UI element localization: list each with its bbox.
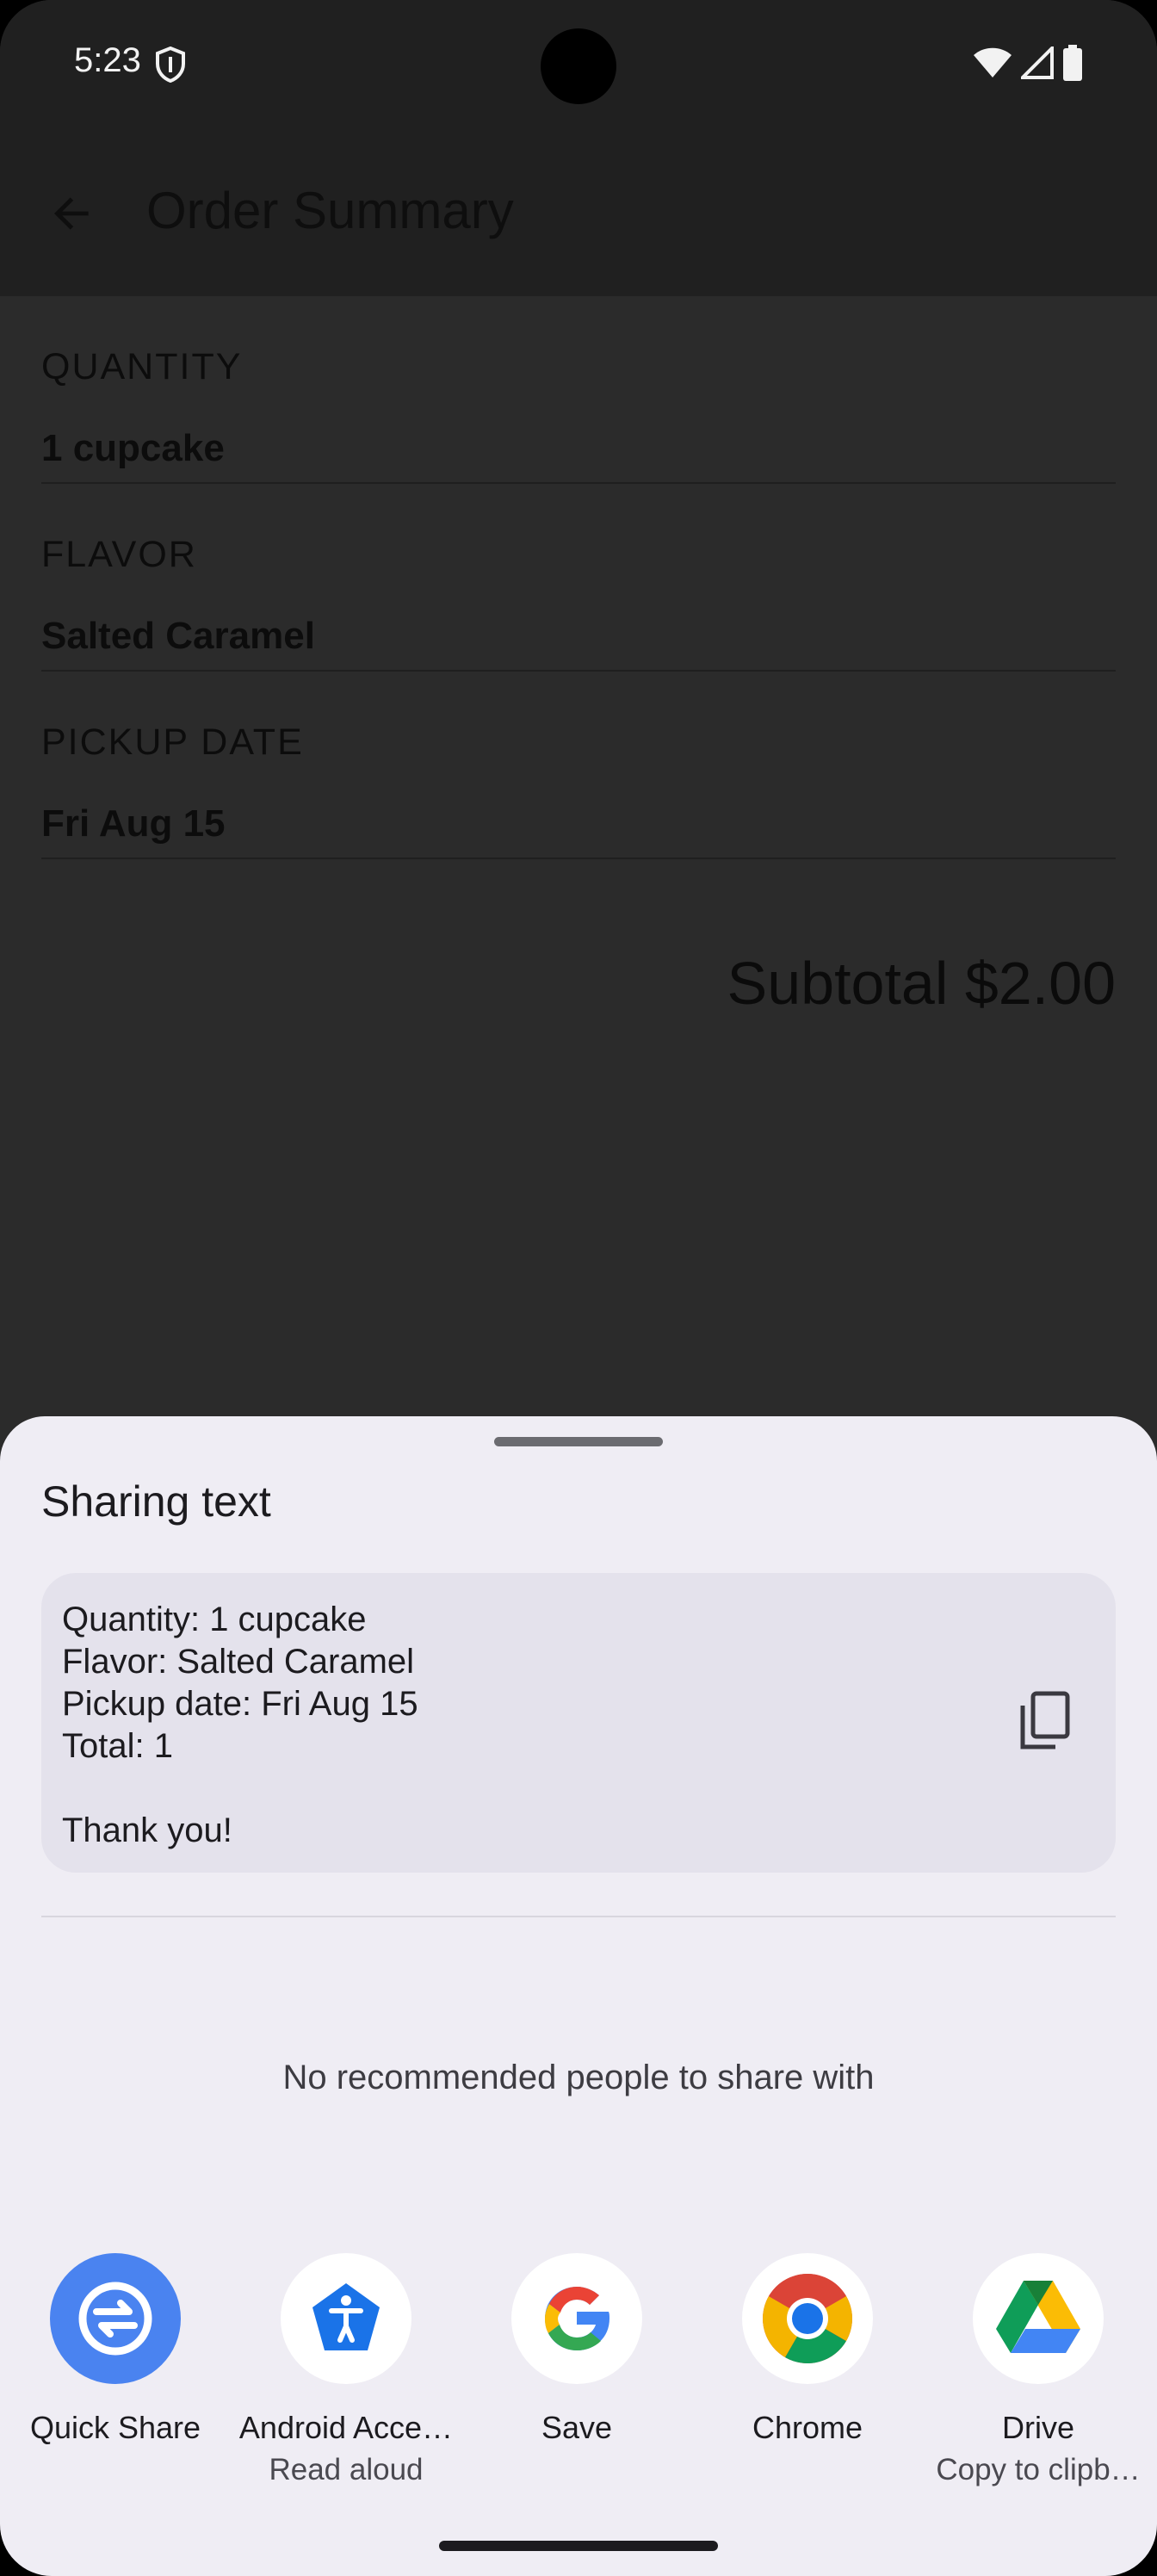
no-recommendations-text: No recommended people to share with: [282, 2059, 875, 2096]
drive-icon: [973, 2253, 1104, 2384]
share-target-drive[interactable]: Drive Copy to clipb…: [923, 2253, 1154, 2487]
shield-icon: [156, 46, 185, 83]
share-target-label: Save: [541, 2410, 613, 2445]
wifi-icon: [974, 47, 1012, 77]
flavor-label: FLAVOR: [41, 534, 197, 575]
pickup-date-value: Fri Aug 15: [41, 802, 226, 845]
share-target-chrome[interactable]: Chrome: [692, 2253, 923, 2446]
pickup-date-section: PICKUP DATE Fri Aug 15: [41, 672, 1116, 859]
phone-screen: 5:23 Order Summary QUANTITY 1 cupcake FL…: [0, 0, 1157, 2576]
share-target-label: Quick Share: [29, 2410, 201, 2445]
share-target-sublabel: Read aloud: [269, 2453, 424, 2486]
app-bar: Order Summary: [0, 129, 1157, 296]
quick-share-icon: [50, 2253, 181, 2384]
subtotal-text: Subtotal $2.00: [727, 950, 1116, 1017]
share-target-save[interactable]: Save: [461, 2253, 692, 2446]
share-preview-text: Quantity: 1 cupcake Flavor: Salted Caram…: [62, 1601, 418, 1849]
chrome-icon: [742, 2253, 873, 2384]
share-sheet: Sharing text Quantity: 1 cupcake Flavor:…: [0, 1416, 1157, 2576]
quantity-value: 1 cupcake: [41, 427, 225, 469]
gesture-nav-handle[interactable]: [439, 2541, 718, 2551]
battery-icon: [1063, 45, 1082, 81]
copy-icon[interactable]: [1018, 1690, 1073, 1752]
share-sheet-title: Sharing text: [41, 1477, 271, 1526]
drag-handle[interactable]: [494, 1437, 663, 1446]
share-target-label: Chrome: [752, 2410, 863, 2445]
share-target-android-accessibility[interactable]: Android Acce… Read aloud: [231, 2253, 461, 2487]
flavor-value: Salted Caramel: [41, 615, 315, 657]
share-target-quick-share[interactable]: Quick Share: [0, 2253, 231, 2446]
share-target-label: Android Acce…: [238, 2410, 454, 2445]
page-title: Order Summary: [146, 182, 514, 239]
flavor-section: FLAVOR Salted Caramel: [41, 484, 1116, 672]
share-target-sublabel: Copy to clipb…: [936, 2453, 1141, 2486]
accessibility-icon: [281, 2253, 411, 2384]
camera-cutout: [541, 28, 616, 104]
quantity-label: QUANTITY: [41, 346, 243, 387]
pickup-date-label: PICKUP DATE: [41, 721, 304, 763]
status-bar: 5:23: [0, 0, 1157, 129]
status-time: 5:23: [74, 41, 141, 79]
share-preview-card: Quantity: 1 cupcake Flavor: Salted Caram…: [41, 1573, 1116, 1873]
back-arrow-icon[interactable]: [48, 189, 96, 238]
share-target-label: Drive: [1001, 2410, 1074, 2445]
order-summary-content: QUANTITY 1 cupcake FLAVOR Salted Caramel…: [41, 296, 1116, 1017]
quantity-section: QUANTITY 1 cupcake: [41, 296, 1116, 484]
google-icon: [511, 2253, 642, 2384]
sheet-divider: [41, 1916, 1116, 1917]
signal-icon: [1021, 46, 1054, 79]
